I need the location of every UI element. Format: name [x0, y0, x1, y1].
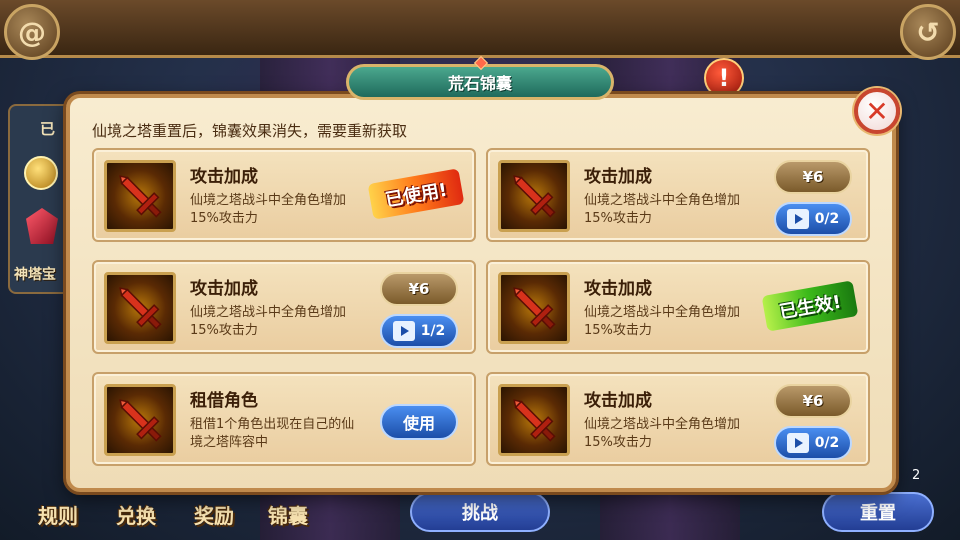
return-arrow-icon[interactable]: ↺: [900, 4, 956, 60]
tab-rewards[interactable]: 奖励: [194, 500, 234, 529]
buff-card: 攻击加成仙境之塔战斗中全角色增加15%攻击力 已使用!: [92, 148, 476, 242]
top-bar: [0, 0, 960, 58]
buff-card: 攻击加成仙境之塔战斗中全角色增加15%攻击力 ¥6 0/2: [486, 372, 870, 466]
video-icon: [786, 433, 809, 453]
used-stamp: 已使用!: [367, 168, 465, 220]
card-description: 仙境之塔战斗中全角色增加15%攻击力: [190, 305, 347, 338]
card-title: 攻击加成: [190, 279, 258, 299]
reset-button[interactable]: 重置: [822, 492, 934, 532]
card-title: 攻击加成: [584, 279, 652, 299]
video-count: 1/2: [420, 323, 446, 339]
challenge-button[interactable]: 挑战: [410, 492, 550, 532]
sword-icon: [104, 272, 176, 344]
buff-card: 攻击加成仙境之塔战斗中全角色增加15%攻击力 已生效!: [486, 260, 870, 354]
video-count: 0/2: [814, 435, 840, 451]
buff-card: 攻击加成仙境之塔战斗中全角色增加15%攻击力 ¥6 0/2: [486, 148, 870, 242]
close-button[interactable]: ✕: [854, 88, 900, 134]
card-title: 攻击加成: [584, 167, 652, 187]
reset-count: 2: [912, 468, 921, 483]
video-count: 0/2: [814, 211, 840, 227]
side-label: 已: [40, 120, 56, 138]
sword-icon: [498, 384, 570, 456]
sword-icon: [104, 384, 176, 456]
dialog-notice: 仙境之塔重置后，锦囊效果消失，需要重新获取: [92, 122, 408, 140]
video-icon: [392, 321, 415, 341]
tower-treasure-label[interactable]: 神塔宝: [14, 264, 56, 284]
alert-button[interactable]: !: [704, 58, 744, 98]
buy-button[interactable]: ¥6: [774, 160, 852, 194]
buff-card: 攻击加成仙境之塔战斗中全角色增加15%攻击力 ¥6 1/2: [92, 260, 476, 354]
watch-video-button[interactable]: 1/2: [380, 314, 458, 348]
swirl-icon[interactable]: @: [4, 4, 60, 60]
tab-exchange[interactable]: 兑换: [116, 500, 156, 529]
tab-rules[interactable]: 规则: [38, 500, 78, 529]
card-title: 攻击加成: [190, 167, 258, 187]
card-title: 租借角色: [190, 391, 258, 411]
card-title: 攻击加成: [584, 391, 652, 411]
card-description: 仙境之塔战斗中全角色增加15%攻击力: [190, 193, 347, 226]
active-stamp: 已生效!: [761, 280, 859, 332]
buy-button[interactable]: ¥6: [380, 272, 458, 306]
video-icon: [786, 209, 809, 229]
sword-icon: [498, 160, 570, 232]
sword-icon: [498, 272, 570, 344]
use-button[interactable]: 使用: [380, 404, 458, 440]
watch-video-button[interactable]: 0/2: [774, 202, 852, 236]
card-description: 仙境之塔战斗中全角色增加15%攻击力: [584, 417, 741, 450]
card-description: 仙境之塔战斗中全角色增加15%攻击力: [584, 305, 741, 338]
card-description: 仙境之塔战斗中全角色增加15%攻击力: [584, 193, 741, 226]
buff-card: 租借角色租借1个角色出现在自己的仙境之塔阵容中 使用: [92, 372, 476, 466]
watch-video-button[interactable]: 0/2: [774, 426, 852, 460]
tab-pouch[interactable]: 锦囊: [268, 500, 308, 529]
sword-icon: [104, 160, 176, 232]
buy-button[interactable]: ¥6: [774, 384, 852, 418]
card-description: 租借1个角色出现在自己的仙境之塔阵容中: [190, 417, 355, 450]
coin-icon[interactable]: [24, 156, 58, 190]
